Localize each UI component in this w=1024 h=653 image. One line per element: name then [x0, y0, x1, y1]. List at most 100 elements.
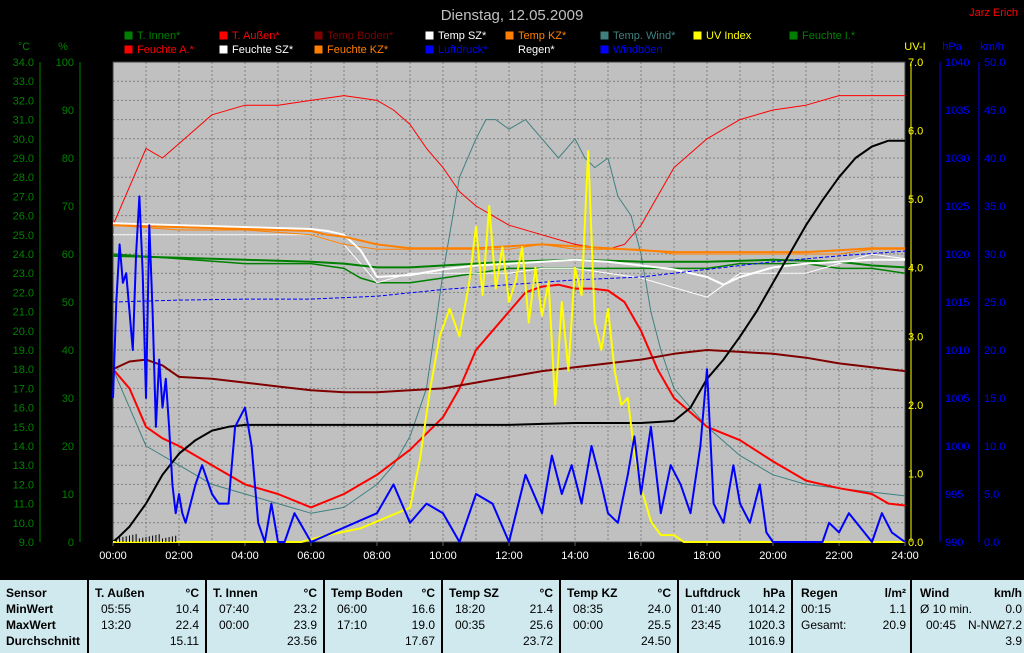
press-tick-label: 1035: [945, 105, 969, 117]
panel-title: T. Außen: [95, 586, 145, 600]
uv-tick-label: 7.0: [908, 57, 923, 69]
hum-tick-label: 90: [62, 105, 74, 117]
panel-title: Luftdruck: [685, 586, 741, 600]
legend-label: Feuchte KZ*: [327, 44, 389, 56]
legend-swatch: [313, 30, 324, 41]
legend-label: Feuchte I.*: [802, 30, 856, 42]
legend-label: Temp SZ*: [438, 30, 487, 42]
rain-tick-label: 2.0: [95, 499, 110, 511]
rain-tick-label: 0.0: [95, 537, 110, 549]
min-label: Ø 10 min.: [920, 602, 973, 616]
max-value: 27.2: [998, 618, 1022, 632]
wind-tick-label: 30.0: [984, 249, 1005, 261]
min-value: 10.4: [175, 602, 199, 616]
rain-tick-label: 24.0: [89, 76, 110, 88]
wind-tick-label: 35.0: [984, 201, 1005, 213]
temp-tick-label: 10.0: [13, 518, 34, 530]
hum-tick-label: 100: [56, 57, 74, 69]
max-time: 00:00: [573, 618, 604, 632]
max-value: 25.5: [647, 618, 671, 632]
min-time: 06:00: [337, 602, 368, 616]
legend-item: Feuchte SZ*: [218, 44, 294, 56]
panel-unit: °C: [657, 586, 671, 600]
legend-item: Regen*: [504, 44, 555, 56]
temp-tick-label: 28.0: [13, 172, 34, 184]
temp-tick-label: 17.0: [13, 383, 34, 395]
min-value: 23.2: [293, 602, 317, 616]
legend-label: Windböen: [613, 44, 663, 56]
legend-label: Regen*: [518, 44, 555, 56]
hum-unit-label: %: [58, 41, 68, 53]
legend-swatch: [788, 30, 799, 41]
min-time: 05:55: [101, 602, 132, 616]
panel-unit: km/h: [993, 586, 1022, 600]
uv-tick-label: 4.0: [908, 263, 923, 275]
stat-panel: T. Außen °C 05:55 10.4 13:20 22.4 15.11: [89, 580, 205, 653]
time-tick-label: 10:00: [429, 550, 457, 562]
panel-unit: °C: [303, 586, 317, 600]
rain-unit-label: l/m²: [87, 41, 106, 53]
temp-tick-label: 34.0: [13, 57, 34, 69]
rain-tick-label: 22.0: [89, 115, 110, 127]
time-tick-label: 06:00: [297, 550, 325, 562]
panel-unit: l/m²: [884, 586, 906, 600]
time-tick-label: 20:00: [759, 550, 787, 562]
total-label: Gesamt:: [801, 618, 847, 632]
legend-item: UV Index: [692, 30, 752, 42]
max-time: 23:45: [691, 618, 722, 632]
temp-tick-label: 26.0: [13, 211, 34, 223]
min-value: 24.0: [647, 602, 671, 616]
legend-swatch: [599, 30, 610, 41]
time-tick-label: 12:00: [495, 550, 523, 562]
rain-tick-label: 18.0: [89, 191, 110, 203]
min-time: 18:20: [455, 602, 486, 616]
hum-tick-label: 0: [68, 537, 74, 549]
temp-tick-label: 21.0: [13, 307, 34, 319]
panel-title: Regen: [801, 586, 838, 600]
avg-value: 23.72: [522, 634, 553, 648]
press-tick-label: 995: [945, 489, 963, 501]
temp-tick-label: 31.0: [13, 115, 34, 127]
panel-title: T. Innen: [213, 586, 258, 600]
legend-swatch: [123, 30, 134, 41]
temp-tick-label: 14.0: [13, 441, 34, 453]
author-label: Jarz Erich: [969, 7, 1018, 19]
time-tick-label: 14:00: [561, 550, 589, 562]
temp-unit-label: °C: [18, 41, 30, 53]
chart-svg: 34.0 33.0 32.0 31.0 30.0 29.0 28.0 27.0 26.0 25.0…: [13, 7, 1018, 562]
min-label: MinWert: [6, 602, 54, 616]
hum-tick-label: 50: [62, 297, 74, 309]
hum-tick-label: 80: [62, 153, 74, 165]
max-value: 25.6: [529, 618, 553, 632]
time-tick-label: 08:00: [363, 550, 391, 562]
legend-label: Feuchte SZ*: [232, 44, 294, 56]
press-tick-label: 1025: [945, 201, 969, 213]
stat-panel: Temp KZ °C 08:35 24.0 00:00 25.5 24.50: [561, 580, 677, 653]
press-tick-label: 1010: [945, 345, 969, 357]
hum-tick-label: 20: [62, 441, 74, 453]
panel-unit: °C: [421, 586, 435, 600]
avg-label: Durchschnitt: [6, 634, 81, 648]
legend-swatch: [504, 44, 515, 55]
legend-label: T. Innen*: [137, 30, 181, 42]
temp-tick-label: 32.0: [13, 95, 34, 107]
legend-swatch: [123, 44, 134, 55]
legend-swatch: [313, 44, 324, 55]
temp-tick-label: 33.0: [13, 76, 34, 88]
max-direction: N-NW: [968, 618, 1001, 632]
time-tick-label: 24:00: [891, 550, 919, 562]
legend-swatch: [504, 30, 515, 41]
avg-value: 3.9: [1005, 634, 1022, 648]
min-time: 01:40: [691, 602, 722, 616]
rain-tick-label: 16.0: [89, 230, 110, 242]
hum-tick-label: 70: [62, 201, 74, 213]
total-value: 20.9: [882, 618, 906, 632]
legend-label: T. Außen*: [232, 30, 280, 42]
avg-value: 23.56: [286, 634, 317, 648]
time-tick-label: 02:00: [165, 550, 193, 562]
legend-label: Temp Boden*: [327, 30, 394, 42]
legend-swatch: [599, 44, 610, 55]
panel-unit: hPa: [762, 586, 785, 600]
wind-tick-label: 20.0: [984, 345, 1005, 357]
time-tick-label: 22:00: [825, 550, 853, 562]
